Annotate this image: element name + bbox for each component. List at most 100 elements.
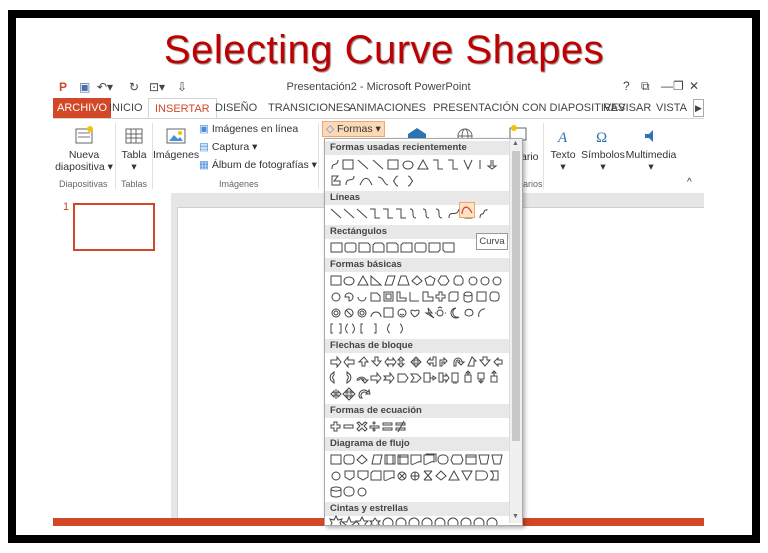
- table-button[interactable]: Tabla ▾: [117, 125, 151, 173]
- stars-row[interactable]: [328, 515, 510, 525]
- collapse-ribbon-icon[interactable]: ^: [687, 177, 692, 188]
- block-arrows-row2[interactable]: [328, 370, 510, 385]
- media-button[interactable]: Multimedia ▾: [625, 125, 677, 173]
- symbols-dropdown-icon: ▾: [600, 161, 606, 173]
- basic-shapes-row4[interactable]: [328, 321, 510, 336]
- tab-inicio[interactable]: INICIO: [109, 98, 143, 118]
- brackets-icon: [330, 323, 404, 334]
- flowchart-icon: [330, 453, 503, 465]
- screenshot-button[interactable]: ▤ Captura ▾: [199, 141, 257, 153]
- screenshot-label: Captura ▾: [211, 141, 258, 153]
- flowchart-icon: [330, 486, 367, 498]
- images-button[interactable]: Imágenes: [153, 125, 199, 161]
- screenshot-icon: ▤: [199, 141, 209, 153]
- new-slide-button[interactable]: Nueva diapositiva ▾: [55, 125, 113, 173]
- recent-shapes-icon: [331, 175, 414, 187]
- ribbon-separator: [115, 123, 116, 189]
- basic-shapes-row3[interactable]: [328, 305, 510, 320]
- help-icon[interactable]: ?: [623, 79, 630, 93]
- omega-icon: Ω: [596, 130, 607, 146]
- ribbon-separator: [318, 123, 319, 189]
- table-dropdown-icon: ▾: [131, 161, 137, 173]
- block-arrows-row3[interactable]: [328, 386, 510, 401]
- curve-icon: [461, 206, 473, 215]
- flowchart-row3[interactable]: [328, 484, 510, 499]
- tab-vista[interactable]: VISTA: [656, 98, 687, 118]
- block-arrows-icon: [330, 355, 503, 369]
- media-dropdown-icon: ▾: [648, 161, 654, 173]
- gallery-scrollbar[interactable]: ▲ ▼: [509, 139, 522, 523]
- flowchart-icon: [331, 469, 499, 482]
- slide-heading: Selecting Curve Shapes: [163, 28, 605, 72]
- basic-shapes-icon: [330, 274, 502, 286]
- section-lines: Líneas: [325, 191, 514, 205]
- group-comentarios: arios: [523, 179, 543, 189]
- section-ribbons-stars: Cintas y estrellas: [325, 502, 514, 516]
- online-images-label: Imágenes en línea: [211, 123, 299, 135]
- online-images-button[interactable]: ▣ Imágenes en línea: [199, 123, 298, 135]
- ribbon-display-icon[interactable]: ⧉: [641, 79, 650, 94]
- scrollbar-thumb[interactable]: [512, 151, 520, 441]
- tab-animaciones[interactable]: ANIMACIONES: [349, 98, 426, 118]
- block-arrows-row1[interactable]: [328, 354, 510, 369]
- recent-shapes-icon: [331, 158, 498, 171]
- block-arrows-icon: [329, 370, 498, 385]
- ribbon-separator: [543, 123, 544, 189]
- equation-shapes-row[interactable]: [328, 419, 510, 434]
- flowchart-row2[interactable]: [328, 468, 510, 483]
- slide-thumbnail-pane: 1: [53, 193, 171, 526]
- slide-frame: Selecting Curve Shapes P ▣ ↶▾ ↻ ⊡▾ ⇩ Pre…: [0, 0, 768, 553]
- tab-transiciones[interactable]: TRANSICIONES: [268, 98, 351, 118]
- slide-thumbnail[interactable]: [73, 203, 155, 251]
- shapes-button[interactable]: ◇ Formas ▾: [322, 121, 385, 137]
- recent-shapes-row2[interactable]: [328, 173, 510, 188]
- lines-row[interactable]: [328, 206, 510, 221]
- svg-text:Ω: Ω: [596, 130, 607, 146]
- svg-text:A: A: [557, 130, 568, 146]
- basic-shapes-row2[interactable]: [328, 289, 510, 304]
- tab-diseno[interactable]: DISEÑO: [215, 98, 257, 118]
- group-imagenes: Imágenes: [219, 179, 259, 189]
- window-title: Presentación2 - Microsoft PowerPoint: [286, 81, 471, 93]
- shapes-label: Formas ▾: [337, 123, 381, 135]
- photo-album-button[interactable]: ▦ Álbum de fotografías ▾: [199, 159, 317, 171]
- picture-icon: [166, 128, 186, 144]
- section-recent: Formas usadas recientemente: [325, 141, 514, 155]
- photo-album-label: Álbum de fotografías ▾: [211, 159, 317, 171]
- basic-shapes-row1[interactable]: [328, 273, 510, 288]
- new-slide-label-line2: diapositiva ▾: [55, 161, 113, 173]
- tabs-scroll-right-icon[interactable]: ▶: [693, 99, 704, 117]
- media-label: Multimedia: [625, 149, 677, 161]
- curve-shape-highlight[interactable]: [459, 202, 475, 218]
- tab-archivo[interactable]: ARCHIVO: [53, 98, 112, 118]
- restore-icon[interactable]: ❐: [673, 79, 684, 93]
- symbols-button[interactable]: Ω Símbolos ▾: [581, 125, 625, 173]
- speaker-icon: [645, 130, 653, 142]
- lines-icon: [330, 208, 488, 219]
- section-equation-shapes: Formas de ecuación: [325, 404, 514, 418]
- minimize-icon[interactable]: —: [661, 79, 673, 93]
- table-label: Tabla: [121, 149, 147, 161]
- title-bar: P ▣ ↶▾ ↻ ⊡▾ ⇩ Presentación2 - Microsoft …: [53, 76, 704, 98]
- equation-shapes-icon: [330, 420, 406, 433]
- tab-insertar[interactable]: INSERTAR: [148, 98, 217, 120]
- recent-shapes-row1[interactable]: [328, 157, 510, 172]
- new-slide-label-line1: Nueva: [68, 149, 100, 161]
- slide-number: 1: [63, 201, 70, 213]
- images-label: Imágenes: [153, 149, 200, 161]
- tab-revisar[interactable]: REVISAR: [603, 98, 651, 118]
- text-icon: A: [557, 130, 568, 146]
- block-arrows-icon: [330, 387, 371, 401]
- text-button[interactable]: A Texto ▾: [547, 125, 579, 173]
- stars-icon: [329, 515, 498, 525]
- online-pictures-icon: ▣: [199, 123, 209, 135]
- group-diapositivas: Diapositivas: [59, 179, 108, 189]
- scroll-down-icon[interactable]: ▼: [512, 513, 519, 520]
- flowchart-row1[interactable]: [328, 452, 510, 467]
- comment-label: ario: [521, 151, 539, 163]
- tab-presentacion[interactable]: PRESENTACIÓN CON DIAPOSITIVAS: [433, 98, 625, 118]
- shapes-gallery: Formas usadas recientemente Líneas Rectá…: [324, 138, 523, 526]
- close-icon[interactable]: ✕: [689, 79, 699, 93]
- new-slide-icon: [75, 126, 93, 144]
- scroll-up-icon[interactable]: ▲: [512, 140, 519, 147]
